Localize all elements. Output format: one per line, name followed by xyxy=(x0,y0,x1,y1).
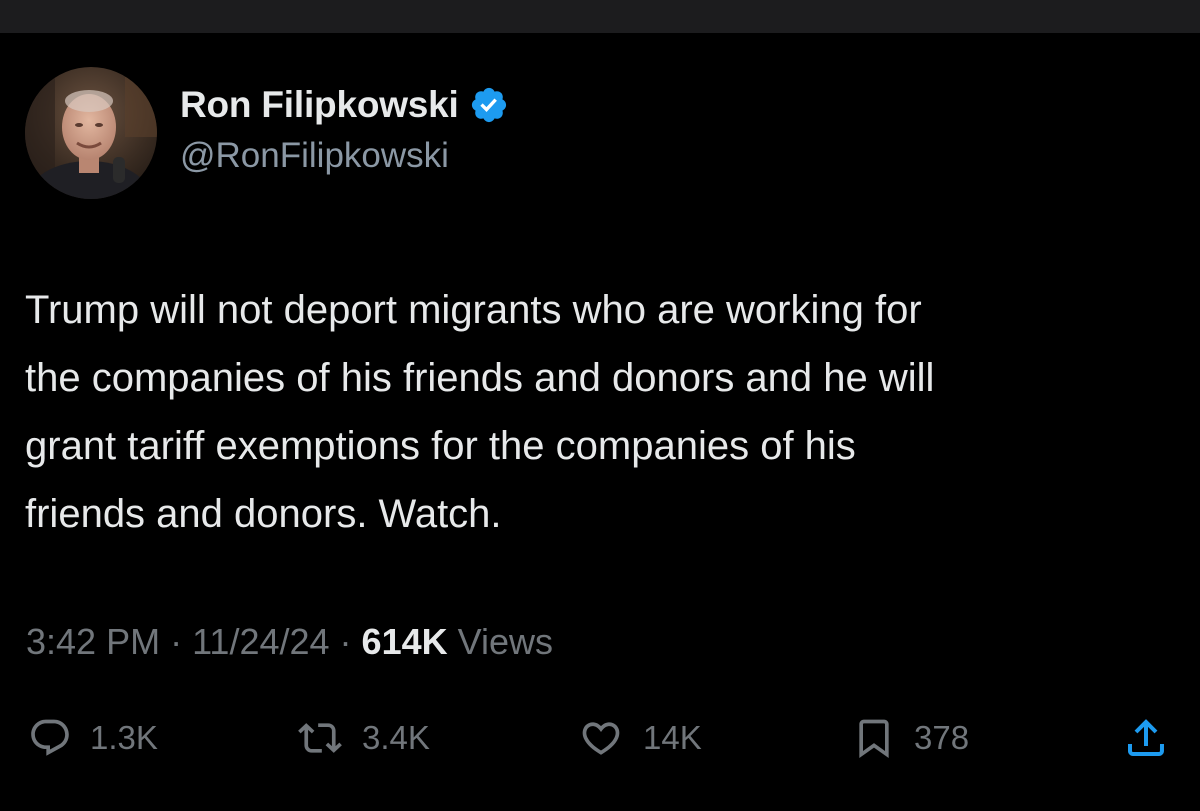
status-bar xyxy=(0,0,1200,33)
verified-badge-icon xyxy=(471,87,506,123)
like-button[interactable]: 14K xyxy=(577,710,702,766)
like-count: 14K xyxy=(643,719,702,756)
tweet-meta: 3:42 PM · 11/24/24 · 614K Views xyxy=(26,614,553,670)
views-count: 614K xyxy=(361,621,448,662)
tweet-date[interactable]: 11/24/24 xyxy=(192,621,329,663)
reply-count: 1.3K xyxy=(90,719,158,756)
tweet-text: Trump will not deport migrants who are w… xyxy=(25,288,935,536)
tweet-time[interactable]: 3:42 PM xyxy=(26,621,160,663)
repost-count: 3.4K xyxy=(362,719,430,756)
avatar-image xyxy=(25,67,157,199)
repost-icon xyxy=(298,723,342,753)
heart-icon xyxy=(582,722,620,755)
meta-separator: · xyxy=(339,621,352,662)
bookmark-button[interactable]: 378 xyxy=(852,710,969,766)
bookmark-count: 378 xyxy=(914,719,970,756)
share-button[interactable] xyxy=(1122,710,1170,766)
author-display-name[interactable]: Ron Filipkowski xyxy=(180,84,459,126)
meta-separator: · xyxy=(170,621,183,662)
share-icon xyxy=(1128,719,1164,756)
bookmark-icon xyxy=(859,719,889,759)
reply-button[interactable]: 1.3K xyxy=(28,710,158,766)
reply-icon xyxy=(31,719,69,756)
author-handle[interactable]: @RonFilipkowski xyxy=(180,136,449,176)
author-name-row[interactable]: Ron Filipkowski xyxy=(180,80,509,130)
repost-button[interactable]: 3.4K xyxy=(296,710,430,766)
avatar[interactable] xyxy=(25,67,157,199)
views-label: Views xyxy=(457,621,553,662)
